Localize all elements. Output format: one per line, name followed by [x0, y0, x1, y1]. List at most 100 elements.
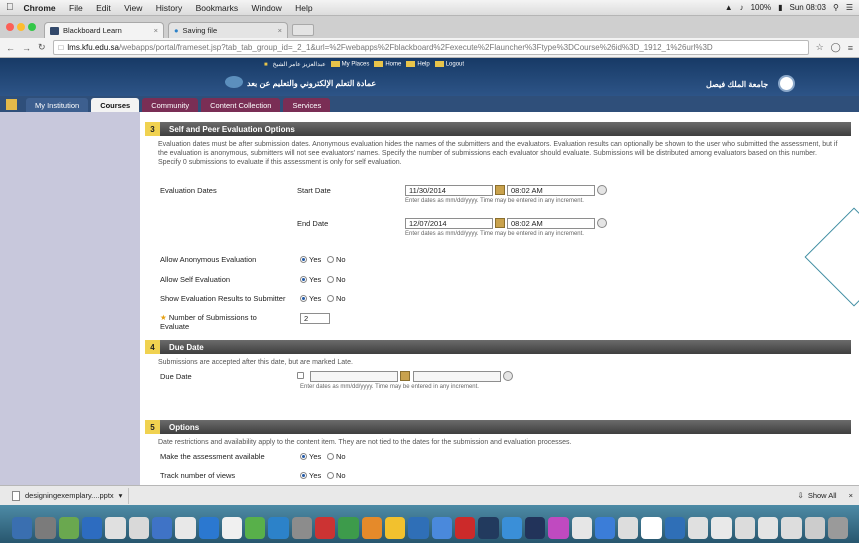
menu-file[interactable]: File — [69, 3, 83, 13]
end-date-calendar-icon[interactable] — [495, 218, 505, 228]
dock-app-icon[interactable] — [151, 517, 173, 539]
dock-app-icon[interactable] — [431, 517, 452, 539]
dock-app-icon[interactable] — [268, 517, 289, 539]
tab-blackboard-learn[interactable]: Blackboard Learn × — [44, 22, 164, 38]
due-date-checkbox[interactable] — [297, 372, 304, 379]
collapse-icon[interactable] — [6, 99, 17, 110]
download-menu-icon[interactable]: ▾ — [119, 491, 123, 500]
due-date-input[interactable] — [310, 371, 398, 382]
dock-app-icon[interactable] — [291, 517, 313, 539]
show-results-yes-radio[interactable]: Yes — [300, 294, 321, 303]
self-no-radio[interactable]: No — [327, 275, 346, 284]
tab-saving-file[interactable]: ● Saving file × — [168, 22, 288, 38]
start-date-calendar-icon[interactable] — [495, 185, 505, 195]
spotlight-icon[interactable]: ⚲ — [833, 3, 839, 12]
close-download-bar-icon[interactable]: × — [849, 491, 853, 500]
volume-icon[interactable]: ♪ — [740, 3, 744, 12]
dock-app-icon[interactable] — [711, 517, 732, 539]
address-bar[interactable]: □ lms.kfu.edu.sa /webapps/portal/framese… — [52, 40, 809, 55]
dock-app-icon[interactable] — [664, 517, 686, 539]
start-date-input[interactable]: 11/30/2014 — [405, 185, 493, 196]
dock-app-icon[interactable] — [781, 517, 802, 539]
logout-link[interactable]: Logout — [446, 62, 464, 68]
dock-app-icon[interactable] — [245, 517, 266, 539]
clock[interactable]: Sun 08:03 — [789, 3, 825, 12]
end-time-clock-icon[interactable] — [597, 218, 607, 228]
my-places-link[interactable]: My Places — [342, 62, 370, 68]
tab-my-institution[interactable]: My Institution — [26, 98, 89, 112]
new-tab-button[interactable] — [292, 24, 314, 36]
end-date-input[interactable]: 12/07/2014 — [405, 218, 493, 229]
tab-services[interactable]: Services — [283, 98, 331, 112]
dock-app-icon[interactable] — [221, 517, 243, 539]
dock-app-icon[interactable] — [315, 517, 336, 539]
tab-content-collection[interactable]: Content Collection — [201, 98, 281, 112]
dock-app-icon[interactable] — [827, 517, 849, 539]
close-tab-icon[interactable]: × — [278, 26, 282, 35]
menu-window[interactable]: Window — [251, 3, 281, 13]
tab-community[interactable]: Community — [142, 98, 199, 112]
available-no-radio[interactable]: No — [327, 452, 346, 461]
anonymous-yes-radio[interactable]: Yes — [300, 255, 321, 264]
apple-icon[interactable]:  — [6, 2, 14, 13]
due-date-calendar-icon[interactable] — [400, 371, 410, 381]
dock-app-icon[interactable] — [35, 517, 56, 539]
anonymous-no-radio[interactable]: No — [327, 255, 346, 264]
dock-app-icon[interactable] — [571, 517, 592, 539]
help-link[interactable]: Help — [417, 62, 429, 68]
dock-app-icon[interactable] — [128, 517, 149, 539]
dock-app-icon[interactable] — [338, 517, 359, 539]
start-time-input[interactable]: 08:02 AM — [507, 185, 595, 196]
menu-view[interactable]: View — [124, 3, 142, 13]
dock-app-icon[interactable] — [804, 517, 825, 539]
self-yes-radio[interactable]: Yes — [300, 275, 321, 284]
download-item[interactable]: designingexemplary....pptx ▾ — [6, 487, 130, 504]
dock-app-icon[interactable] — [548, 517, 569, 539]
close-tab-icon[interactable]: × — [154, 26, 158, 35]
dock-app-icon[interactable] — [175, 517, 196, 539]
home-link[interactable]: Home — [385, 62, 401, 68]
due-time-input[interactable] — [413, 371, 501, 382]
battery-percent[interactable]: 100% — [751, 3, 771, 12]
track-no-radio[interactable]: No — [327, 471, 346, 480]
minimize-window-button[interactable] — [17, 23, 25, 31]
extension-icon[interactable]: ◯ — [831, 42, 841, 53]
dock-app-icon[interactable] — [478, 517, 499, 539]
user-name[interactable]: عبدالعزيز عامر الشيخ — [273, 61, 326, 68]
zoom-window-button[interactable] — [28, 23, 36, 31]
dock-app-icon[interactable] — [361, 517, 382, 539]
track-yes-radio[interactable]: Yes — [300, 471, 321, 480]
dock-app-icon[interactable] — [688, 517, 709, 539]
menu-help[interactable]: Help — [295, 3, 312, 13]
dock-app-icon[interactable] — [105, 517, 126, 539]
dock-app-icon[interactable] — [454, 517, 476, 539]
dock-app-icon[interactable] — [12, 517, 33, 539]
close-window-button[interactable] — [6, 23, 14, 31]
dock-app-icon[interactable] — [408, 517, 429, 539]
dock-app-icon[interactable] — [758, 517, 779, 539]
wifi-icon[interactable]: ▲ — [725, 3, 733, 12]
dock-app-icon[interactable] — [501, 517, 522, 539]
dock-app-icon[interactable] — [734, 517, 755, 539]
end-time-input[interactable]: 08:02 AM — [507, 218, 595, 229]
due-time-clock-icon[interactable] — [503, 371, 513, 381]
dock-app-icon[interactable] — [385, 517, 406, 539]
start-time-clock-icon[interactable] — [597, 185, 607, 195]
chrome-menu-icon[interactable]: ≡ — [848, 43, 853, 53]
back-icon[interactable]: ← — [6, 43, 15, 53]
notification-center-icon[interactable]: ☰ — [846, 3, 853, 12]
app-menu-chrome[interactable]: Chrome — [24, 3, 56, 13]
dock-app-icon[interactable] — [198, 517, 219, 539]
dock-app-icon[interactable] — [641, 517, 662, 539]
menu-edit[interactable]: Edit — [96, 3, 111, 13]
forward-icon[interactable]: → — [22, 43, 31, 53]
reload-icon[interactable]: ↻ — [38, 42, 46, 53]
num-submissions-input[interactable]: 2 — [300, 313, 330, 324]
dock-app-icon[interactable] — [58, 517, 79, 539]
dock-app-icon[interactable] — [618, 517, 639, 539]
tab-courses[interactable]: Courses — [91, 98, 140, 112]
available-yes-radio[interactable]: Yes — [300, 452, 321, 461]
show-all-downloads[interactable]: ⇩ Show All × — [798, 491, 853, 500]
bookmark-star-icon[interactable]: ☆ — [816, 42, 824, 53]
menu-history[interactable]: History — [156, 3, 182, 13]
